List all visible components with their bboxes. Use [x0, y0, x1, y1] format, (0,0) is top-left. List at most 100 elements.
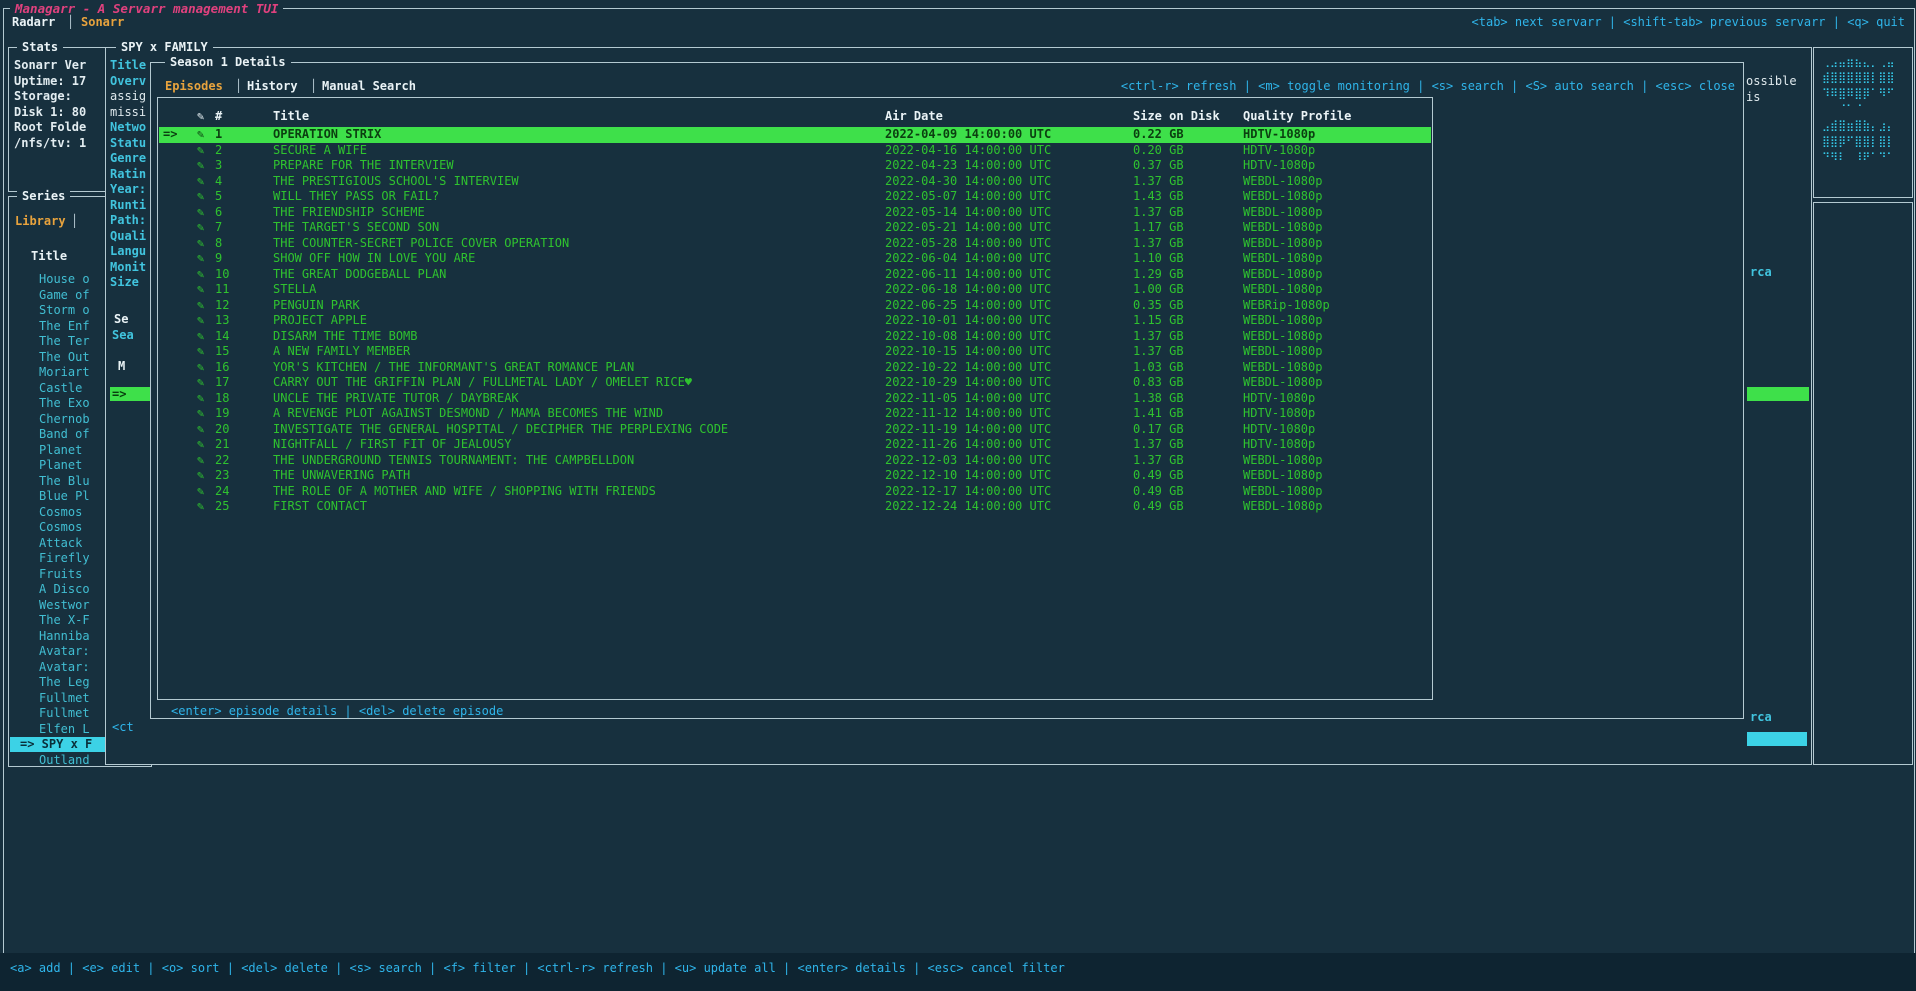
episode-row[interactable]: ✎6THE FRIENDSHIP SCHEME2022-05-14 14:00:… — [159, 205, 1431, 221]
edit-pencil-icon: ✎ — [197, 236, 204, 251]
servarr-tabs: Radarr │ Sonarr — [12, 15, 432, 31]
tab-radarr[interactable]: Radarr — [12, 15, 55, 30]
edit-pencil-icon: ✎ — [197, 127, 204, 142]
episode-number: 9 — [215, 251, 222, 266]
series-list-item[interactable]: A Disco — [39, 582, 90, 597]
episode-air-date: 2022-11-26 14:00:00 UTC — [885, 437, 1051, 452]
episode-air-date: 2022-12-03 14:00:00 UTC — [885, 453, 1051, 468]
episode-number: 12 — [215, 298, 229, 313]
episode-row[interactable]: ✎10THE GREAT DODGEBALL PLAN2022-06-11 14… — [159, 267, 1431, 283]
episode-row[interactable]: ✎3PREPARE FOR THE INTERVIEW2022-04-23 14… — [159, 158, 1431, 174]
series-list-item[interactable]: Fruits — [39, 567, 82, 582]
series-list-item[interactable]: The Enf — [39, 319, 90, 334]
tab-sonarr[interactable]: Sonarr — [81, 15, 124, 30]
selection-marker: => — [163, 127, 177, 142]
episode-row[interactable]: ✎20INVESTIGATE THE GENERAL HOSPITAL / DE… — [159, 422, 1431, 438]
episode-air-date: 2022-10-08 14:00:00 UTC — [885, 329, 1051, 344]
braille-art-row: ⣠⣾⣿⣶⣿⣷⡄⣰⡄ — [1822, 118, 1895, 134]
episode-air-date: 2022-11-12 14:00:00 UTC — [885, 406, 1051, 421]
episode-air-date: 2022-10-22 14:00:00 UTC — [885, 360, 1051, 375]
series-list-item[interactable]: Avatar: — [39, 644, 90, 659]
episode-row[interactable]: ✎15A NEW FAMILY MEMBER2022-10-15 14:00:0… — [159, 344, 1431, 360]
episode-row[interactable]: ✎9SHOW OFF HOW IN LOVE YOU ARE2022-06-04… — [159, 251, 1431, 267]
episode-air-date: 2022-06-11 14:00:00 UTC — [885, 267, 1051, 282]
popup-tab-history[interactable]: History — [247, 79, 298, 94]
selected-season-row-fragment-left: => — [110, 387, 154, 401]
popup-tab-episodes[interactable]: Episodes — [165, 79, 223, 94]
episode-title: NIGHTFALL / FIRST FIT OF JEALOUSY — [273, 437, 511, 452]
series-list-item[interactable]: Fullmet — [39, 706, 90, 721]
episode-row[interactable]: ✎23THE UNWAVERING PATH2022-12-10 14:00:0… — [159, 468, 1431, 484]
topbar-help: <tab> next servarr | <shift-tab> previou… — [1472, 15, 1905, 30]
episode-title: THE GREAT DODGEBALL PLAN — [273, 267, 446, 282]
episode-row[interactable]: =>✎1OPERATION STRIX2022-04-09 14:00:00 U… — [159, 127, 1431, 143]
episode-row[interactable]: ✎4THE PRESTIGIOUS SCHOOL'S INTERVIEW2022… — [159, 174, 1431, 190]
edit-pencil-icon: ✎ — [197, 484, 204, 499]
series-list-item[interactable]: Castle — [39, 381, 82, 396]
tab-library[interactable]: Library — [15, 214, 66, 229]
series-list-item[interactable]: Westwor — [39, 598, 90, 613]
series-list-item[interactable]: Outland — [39, 753, 90, 768]
series-list-item[interactable]: Fullmet — [39, 691, 90, 706]
edit-pencil-icon: ✎ — [197, 267, 204, 282]
popup-tab-manual-search[interactable]: Manual Search — [322, 79, 416, 94]
episode-title: CARRY OUT THE GRIFFIN PLAN / FULLMETAL L… — [273, 375, 692, 390]
series-list-item[interactable]: The Leg — [39, 675, 90, 690]
episode-row[interactable]: ✎22THE UNDERGROUND TENNIS TOURNAMENT: TH… — [159, 453, 1431, 469]
series-list-item[interactable]: Storm o — [39, 303, 90, 318]
series-list-item[interactable]: Firefly — [39, 551, 90, 566]
series-list-item[interactable]: Hanniba — [39, 629, 90, 644]
series-list-item[interactable]: Avatar: — [39, 660, 90, 675]
episode-quality: HDTV-1080p — [1243, 158, 1315, 173]
episode-air-date: 2022-04-09 14:00:00 UTC — [885, 127, 1051, 142]
series-list-item[interactable]: Band of — [39, 427, 90, 442]
size-column-header: Size on Disk — [1133, 109, 1220, 124]
series-list-item[interactable]: The X-F — [39, 613, 90, 628]
episode-row[interactable]: ✎13PROJECT APPLE2022-10-01 14:00:00 UTC1… — [159, 313, 1431, 329]
app-title: Managarr - A Servarr management TUI — [10, 1, 283, 16]
series-list-item[interactable]: Planet — [39, 458, 82, 473]
episode-row[interactable]: ✎5WILL THEY PASS OR FAIL?2022-05-07 14:0… — [159, 189, 1431, 205]
episode-row[interactable]: ✎12PENGUIN PARK2022-06-25 14:00:00 UTC0.… — [159, 298, 1431, 314]
series-list-item[interactable]: The Out — [39, 350, 90, 365]
detail-field-fragment: assig — [110, 89, 152, 104]
episode-row[interactable]: ✎25FIRST CONTACT2022-12-24 14:00:00 UTC0… — [159, 499, 1431, 515]
edit-pencil-icon: ✎ — [197, 406, 204, 421]
series-list-item[interactable]: The Ter — [39, 334, 90, 349]
series-list-item[interactable]: Game of — [39, 288, 90, 303]
episode-title: THE ROLE OF A MOTHER AND WIFE / SHOPPING… — [273, 484, 656, 499]
episode-row[interactable]: ✎17CARRY OUT THE GRIFFIN PLAN / FULLMETA… — [159, 375, 1431, 391]
episode-quality: WEBDL-1080p — [1243, 499, 1322, 514]
episode-quality: WEBDL-1080p — [1243, 282, 1322, 297]
edit-pencil-icon: ✎ — [197, 360, 204, 375]
episode-row[interactable]: ✎19A REVENGE PLOT AGAINST DESMOND / MAMA… — [159, 406, 1431, 422]
series-list-item[interactable]: Chernob — [39, 412, 90, 427]
series-list-item[interactable]: Cosmos — [39, 520, 82, 535]
episode-row[interactable]: ✎14DISARM THE TIME BOMB2022-10-08 14:00:… — [159, 329, 1431, 345]
series-list-item[interactable]: Moriart — [39, 365, 90, 380]
series-list-item[interactable]: Elfen L — [39, 722, 90, 737]
episode-row[interactable]: ✎7THE TARGET'S SECOND SON2022-05-21 14:0… — [159, 220, 1431, 236]
episode-row[interactable]: ✎11STELLA2022-06-18 14:00:00 UTC1.00 GBW… — [159, 282, 1431, 298]
series-list-item[interactable]: Planet — [39, 443, 82, 458]
series-list-item[interactable]: The Exo — [39, 396, 90, 411]
episode-quality: WEBDL-1080p — [1243, 484, 1322, 499]
detail-field-fragment: Overv — [110, 74, 152, 89]
edit-pencil-icon: ✎ — [197, 391, 204, 406]
series-list-item[interactable]: House o — [39, 272, 90, 287]
episode-row[interactable]: ✎8THE COUNTER-SECRET POLICE COVER OPERAT… — [159, 236, 1431, 252]
episode-row[interactable]: ✎24THE ROLE OF A MOTHER AND WIFE / SHOPP… — [159, 484, 1431, 500]
episode-number: 4 — [215, 174, 222, 189]
series-list-item[interactable]: The Blu — [39, 474, 90, 489]
episode-row[interactable]: ✎16YOR'S KITCHEN / THE INFORMANT'S GREAT… — [159, 360, 1431, 376]
episode-row[interactable]: ✎2SECURE A WIFE2022-04-16 14:00:00 UTC0.… — [159, 143, 1431, 159]
series-list-item[interactable]: Blue Pl — [39, 489, 90, 504]
series-list-item[interactable]: Attack — [39, 536, 82, 551]
episode-row[interactable]: ✎21NIGHTFALL / FIRST FIT OF JEALOUSY2022… — [159, 437, 1431, 453]
series-list-item[interactable]: Cosmos — [39, 505, 82, 520]
detail-field-fragment: Netwo — [110, 120, 152, 135]
episode-air-date: 2022-05-28 14:00:00 UTC — [885, 236, 1051, 251]
episode-title: STELLA — [273, 282, 316, 297]
episode-row[interactable]: ✎18UNCLE THE PRIVATE TUTOR / DAYBREAK202… — [159, 391, 1431, 407]
episode-quality: WEBDL-1080p — [1243, 251, 1322, 266]
